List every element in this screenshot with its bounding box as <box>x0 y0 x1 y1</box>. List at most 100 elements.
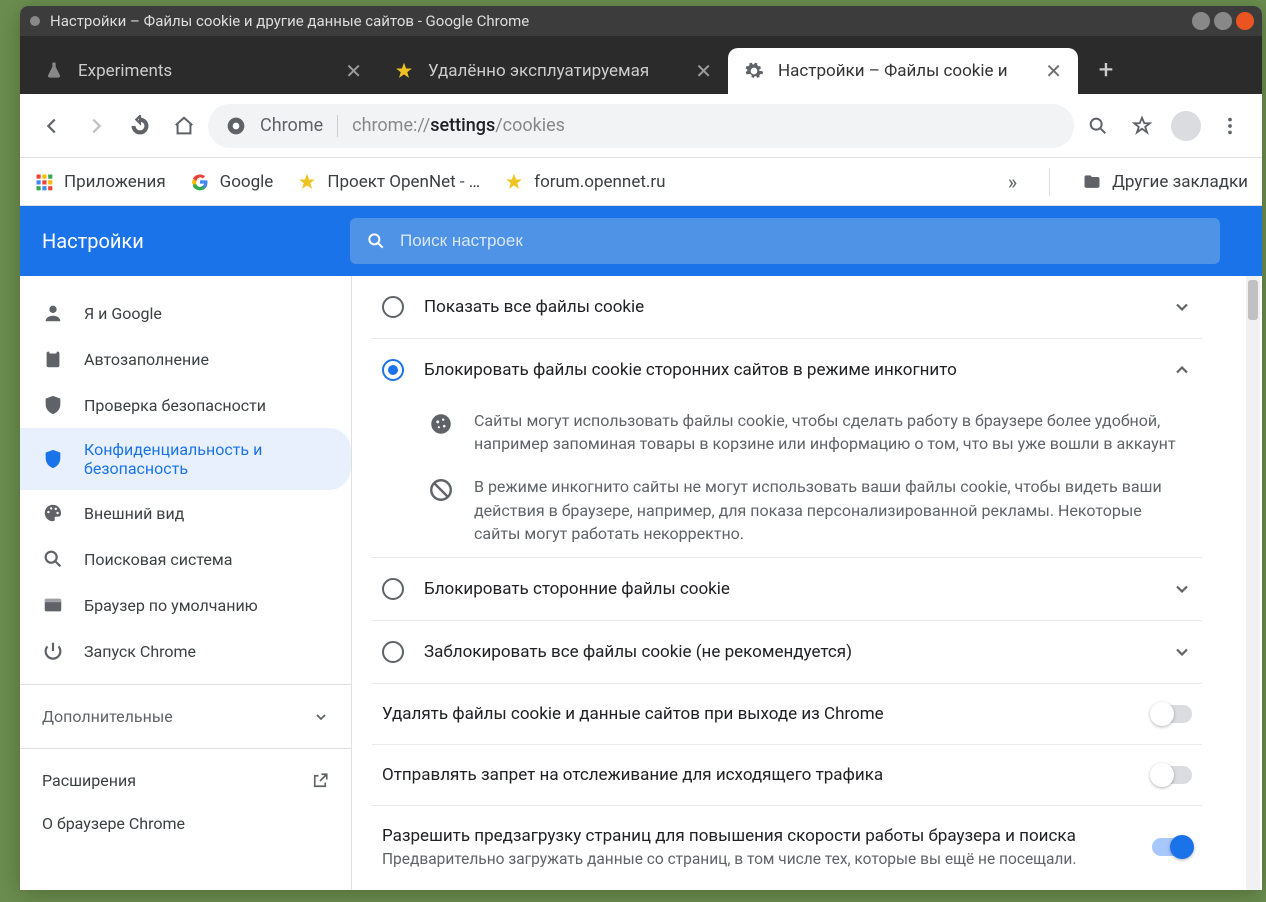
option-label: Отправлять запрет на отслеживание для ис… <box>382 765 1132 785</box>
option-label: Разрешить предзагрузку страниц для повыш… <box>382 826 1132 846</box>
tab-remote[interactable]: Удалённо эксплуатируемая ✕ <box>378 48 728 94</box>
omnibox-url: chrome://settings/cookies <box>352 115 565 136</box>
sidebar-item-you-and-google[interactable]: Я и Google <box>20 290 351 336</box>
option-explanation: Сайты могут использовать файлы cookie, ч… <box>372 401 1202 467</box>
close-tab-icon[interactable]: ✕ <box>345 59 362 83</box>
option-explanation: В режиме инкогнито сайты не могут исполь… <box>372 467 1202 557</box>
bookmark-label: forum.opennet.ru <box>534 172 665 192</box>
settings-title: Настройки <box>20 229 350 253</box>
option-label: Удалять файлы cookie и данные сайтов при… <box>382 704 1132 724</box>
bookmark-google[interactable]: Google <box>190 172 274 192</box>
toggle-switch[interactable] <box>1152 705 1192 723</box>
bookmark-opennet[interactable]: Проект OpenNet - … <box>297 172 480 192</box>
sidebar-item-autofill[interactable]: Автозаполнение <box>20 336 351 382</box>
option-preload[interactable]: Разрешить предзагрузку страниц для повыш… <box>372 805 1202 888</box>
bookmark-forum[interactable]: forum.opennet.ru <box>504 172 665 192</box>
forward-button[interactable] <box>76 106 116 146</box>
option-label: Показать все файлы cookie <box>424 297 1152 317</box>
tab-settings[interactable]: Настройки – Файлы cookie и ✕ <box>728 48 1078 94</box>
option-clear-on-exit[interactable]: Удалять файлы cookie и данные сайтов при… <box>372 683 1202 744</box>
separator <box>20 684 351 685</box>
settings-sidebar: Я и Google Автозаполнение Проверка безоп… <box>20 276 352 890</box>
home-button[interactable] <box>164 106 204 146</box>
sidebar-extensions-link[interactable]: Расширения <box>20 759 351 802</box>
chevron-up-icon[interactable] <box>1172 360 1192 380</box>
option-do-not-track[interactable]: Отправлять запрет на отслеживание для ис… <box>372 744 1202 805</box>
option-show-all-cookies[interactable]: Показать все файлы cookie <box>372 276 1202 338</box>
star-icon <box>394 61 414 81</box>
sidebar-item-startup[interactable]: Запуск Chrome <box>20 628 351 674</box>
star-icon <box>297 172 317 192</box>
toggle-switch[interactable] <box>1152 766 1192 784</box>
bookmarks-overflow-button[interactable]: » <box>1008 170 1017 194</box>
separator <box>337 115 338 137</box>
chevron-down-icon[interactable] <box>1172 642 1192 662</box>
new-tab-button[interactable]: + <box>1086 50 1126 90</box>
option-block-third-incognito[interactable]: Блокировать файлы cookie сторонних сайто… <box>372 338 1202 401</box>
option-block-all-cookies[interactable]: Заблокировать все файлы cookie (не реком… <box>372 620 1202 683</box>
chrome-menu-button[interactable] <box>1210 106 1250 146</box>
tab-experiments[interactable]: Experiments ✕ <box>28 48 378 94</box>
shield-check-icon <box>42 394 64 416</box>
maximize-button[interactable] <box>1214 12 1232 30</box>
tab-label: Удалённо эксплуатируемая <box>428 61 681 81</box>
sidebar-item-safety[interactable]: Проверка безопасности <box>20 382 351 428</box>
browser-toolbar: Chrome chrome://settings/cookies <box>20 94 1262 158</box>
block-icon <box>428 477 454 503</box>
settings-search[interactable] <box>350 218 1220 264</box>
chevron-down-icon <box>313 709 329 725</box>
power-icon <box>42 640 64 662</box>
google-icon <box>190 172 210 192</box>
address-bar[interactable]: Chrome chrome://settings/cookies <box>208 104 1074 148</box>
tab-label: Experiments <box>78 61 331 81</box>
bookmarks-bar: Приложения Google Проект OpenNet - … for… <box>20 158 1262 206</box>
sidebar-item-appearance[interactable]: Внешний вид <box>20 490 351 536</box>
omnibox-prefix: Chrome <box>260 115 323 136</box>
sidebar-item-label: Расширения <box>42 771 136 790</box>
option-block-third-party[interactable]: Блокировать сторонние файлы cookie <box>372 557 1202 620</box>
scrollbar-thumb[interactable] <box>1248 280 1258 320</box>
bookmark-star-button[interactable] <box>1122 106 1162 146</box>
back-button[interactable] <box>32 106 72 146</box>
radio-icon[interactable] <box>382 578 404 600</box>
scrollbar[interactable] <box>1246 276 1260 890</box>
search-icon <box>366 231 386 251</box>
external-link-icon <box>311 772 329 790</box>
option-subtext: Предварительно загружать данные со стран… <box>382 850 1132 868</box>
reload-button[interactable] <box>120 106 160 146</box>
minimize-button[interactable] <box>1192 12 1210 30</box>
chrome-window: Настройки – Файлы cookie и другие данные… <box>20 6 1262 890</box>
settings-header: Настройки <box>20 206 1262 276</box>
window-titlebar: Настройки – Файлы cookie и другие данные… <box>20 6 1262 36</box>
close-tab-icon[interactable]: ✕ <box>1045 59 1062 83</box>
other-bookmarks[interactable]: Другие закладки <box>1082 172 1248 192</box>
zoom-button[interactable] <box>1078 106 1118 146</box>
settings-search-input[interactable] <box>400 231 1204 251</box>
window-icon <box>42 594 64 616</box>
sidebar-item-default-browser[interactable]: Браузер по умолчанию <box>20 582 351 628</box>
sidebar-item-search[interactable]: Поисковая система <box>20 536 351 582</box>
sidebar-item-label: Внешний вид <box>84 504 184 523</box>
profile-avatar[interactable] <box>1166 106 1206 146</box>
chevron-down-icon[interactable] <box>1172 297 1192 317</box>
window-title: Настройки – Файлы cookie и другие данные… <box>50 12 1192 30</box>
option-label: Блокировать сторонние файлы cookie <box>424 579 1152 599</box>
radio-icon[interactable] <box>382 641 404 663</box>
close-window-button[interactable] <box>1236 12 1254 30</box>
explanation-text: Сайты могут использовать файлы cookie, ч… <box>474 409 1192 455</box>
flask-icon <box>44 61 64 81</box>
bookmark-label: Google <box>220 172 274 192</box>
sidebar-item-privacy[interactable]: Конфиденциальность и безопасность <box>20 428 351 490</box>
sidebar-item-label: Автозаполнение <box>84 350 209 369</box>
sidebar-item-label: Поисковая система <box>84 550 232 569</box>
apps-shortcut[interactable]: Приложения <box>34 172 166 192</box>
close-tab-icon[interactable]: ✕ <box>695 59 712 83</box>
radio-icon[interactable] <box>382 359 404 381</box>
toggle-switch[interactable] <box>1152 838 1192 856</box>
bookmark-label: Другие закладки <box>1112 172 1248 192</box>
radio-icon[interactable] <box>382 296 404 318</box>
sidebar-about-link[interactable]: О браузере Chrome <box>20 802 351 845</box>
chevron-down-icon[interactable] <box>1172 579 1192 599</box>
sidebar-advanced-toggle[interactable]: Дополнительные <box>20 695 351 738</box>
sidebar-item-label: Я и Google <box>84 304 162 323</box>
